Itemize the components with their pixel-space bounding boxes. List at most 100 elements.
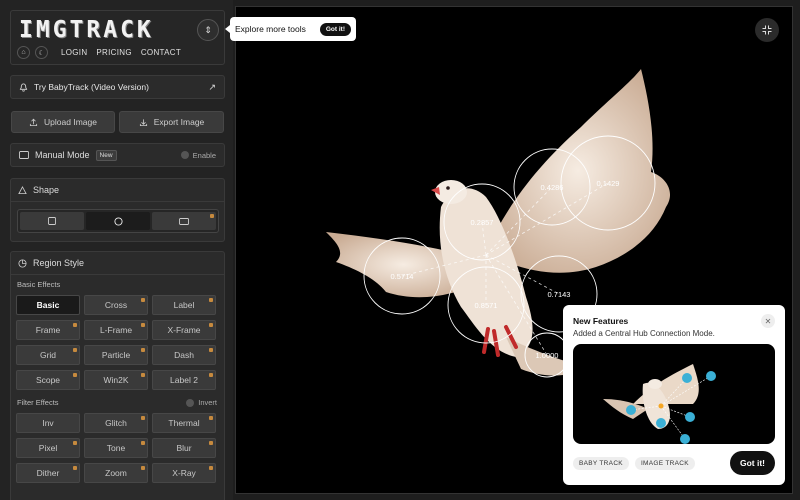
- tracking-value-label: 0.2857: [471, 218, 494, 227]
- effect-cross[interactable]: Cross: [84, 295, 148, 315]
- connection-line: [401, 254, 487, 277]
- effect-label-2[interactable]: Label 2: [152, 370, 216, 390]
- premium-dot: [141, 298, 145, 302]
- close-icon[interactable]: ✕: [761, 314, 775, 328]
- effect-dither[interactable]: Dither: [16, 463, 80, 483]
- feature-preview-image: [573, 344, 775, 444]
- tag-baby-track[interactable]: BABY TRACK: [573, 457, 629, 470]
- popup-got-it-button[interactable]: Got it!: [729, 451, 775, 475]
- shape-circle-option[interactable]: [86, 212, 150, 230]
- chevron-up-down-icon: ⇕: [204, 24, 212, 35]
- premium-dot: [73, 373, 77, 377]
- shape-square-option[interactable]: [20, 212, 84, 230]
- popup-tags: BABY TRACK IMAGE TRACK: [573, 457, 695, 470]
- effect-particle[interactable]: Particle: [84, 345, 148, 365]
- export-image-button[interactable]: Export Image: [119, 111, 224, 133]
- effect-basic[interactable]: Basic: [16, 295, 80, 315]
- premium-dot: [73, 348, 77, 352]
- effect-thermal[interactable]: Thermal: [152, 413, 216, 433]
- effect-dash[interactable]: Dash: [152, 345, 216, 365]
- popup-title: New Features: [573, 316, 629, 326]
- filter-effects-label: Filter Effects: [17, 398, 59, 407]
- rectangle-icon: [19, 151, 29, 159]
- effect-zoom[interactable]: Zoom: [84, 463, 148, 483]
- enable-toggle[interactable]: Enable: [180, 150, 216, 160]
- divider: [11, 201, 224, 202]
- manual-mode-panel: Manual Mode New Enable: [10, 143, 225, 167]
- shape-selector: [17, 209, 219, 233]
- premium-dot: [73, 441, 77, 445]
- nav-pricing[interactable]: PRICING: [96, 48, 131, 57]
- checkbox-icon: [180, 151, 189, 159]
- new-features-popup: New Features Added a Central Hub Connect…: [563, 305, 785, 485]
- logo-panel: IMGTRACK ⇕ ⌂ ☾ LOGIN PRICING CONTACT: [10, 10, 225, 65]
- effect-inv[interactable]: Inv: [16, 413, 80, 433]
- export-label: Export Image: [153, 117, 205, 127]
- rectangle-icon: [179, 217, 189, 225]
- region-title: Region Style: [18, 258, 84, 268]
- upload-image-button[interactable]: Upload Image: [11, 111, 115, 133]
- effect-x-ray[interactable]: X-Ray: [152, 463, 216, 483]
- effect-scope[interactable]: Scope: [16, 370, 80, 390]
- expand-toggle-button[interactable]: ⇕: [197, 19, 219, 41]
- premium-dot: [209, 298, 213, 302]
- invert-label: Invert: [198, 398, 217, 407]
- effect-frame[interactable]: Frame: [16, 320, 80, 340]
- tooltip-got-it-button[interactable]: Got it!: [319, 22, 351, 36]
- tracking-value-label: 0.7143: [548, 290, 571, 299]
- premium-dot: [141, 416, 145, 420]
- babytrack-label: Try BabyTrack (Video Version): [34, 82, 149, 92]
- enable-label: Enable: [192, 150, 216, 160]
- premium-dot: [73, 466, 77, 470]
- effect-label[interactable]: Label: [152, 295, 216, 315]
- shapes-icon: [18, 185, 27, 194]
- sidebar: IMGTRACK ⇕ ⌂ ☾ LOGIN PRICING CONTACT Try…: [0, 0, 233, 500]
- premium-dot: [209, 416, 213, 420]
- tag-image-track[interactable]: IMAGE TRACK: [634, 457, 695, 470]
- shape-title: Shape: [18, 185, 59, 195]
- bell-icon: [19, 82, 28, 92]
- premium-dot: [141, 441, 145, 445]
- pie-icon: [18, 258, 27, 268]
- region-title-text: Region Style: [33, 258, 85, 268]
- moon-icon[interactable]: ☾: [35, 46, 48, 59]
- shape-title-text: Shape: [33, 185, 60, 195]
- effect-glitch[interactable]: Glitch: [84, 413, 148, 433]
- premium-dot: [209, 348, 213, 352]
- premium-dot: [141, 466, 145, 470]
- circle-icon: [113, 216, 123, 226]
- nav-row: ⌂ ☾ LOGIN PRICING CONTACT: [17, 46, 181, 59]
- region-style-panel: Region Style Basic Effects Basic Cross Lab…: [10, 251, 225, 500]
- manual-mode-label: Manual Mode: [35, 150, 90, 160]
- effect-pixel[interactable]: Pixel: [16, 438, 80, 458]
- premium-dot: [141, 348, 145, 352]
- premium-dot: [141, 373, 145, 377]
- effect-x-frame[interactable]: X-Frame: [152, 320, 216, 340]
- app-logo: IMGTRACK: [19, 17, 154, 43]
- divider: [11, 274, 224, 275]
- square-icon: [48, 217, 56, 225]
- effect-win2k[interactable]: Win2K: [84, 370, 148, 390]
- home-icon[interactable]: ⌂: [17, 46, 30, 59]
- nav-contact[interactable]: CONTACT: [141, 48, 181, 57]
- checkbox-icon: [186, 398, 195, 407]
- effect-l-frame[interactable]: L-Frame: [84, 320, 148, 340]
- explore-text: Explore more tools: [235, 24, 306, 34]
- nav-login[interactable]: LOGIN: [61, 48, 87, 57]
- effect-tone[interactable]: Tone: [84, 438, 148, 458]
- shape-panel: Shape: [10, 178, 225, 242]
- explore-tooltip: Explore more tools Got it!: [225, 17, 356, 41]
- premium-dot: [209, 323, 213, 327]
- effect-blur[interactable]: Blur: [152, 438, 216, 458]
- connection-line: [485, 186, 553, 256]
- invert-toggle[interactable]: Invert: [186, 398, 217, 407]
- exit-fullscreen-button[interactable]: [755, 18, 779, 42]
- effect-grid[interactable]: Grid: [16, 345, 80, 365]
- external-arrow-icon: ↗: [208, 81, 216, 92]
- premium-dot: [209, 466, 213, 470]
- try-babytrack-link[interactable]: Try BabyTrack (Video Version) ↗: [10, 75, 225, 99]
- tracking-value-label: 0.4286: [541, 183, 564, 192]
- shape-rectangle-option[interactable]: [152, 212, 216, 230]
- premium-dot: [209, 441, 213, 445]
- upload-icon: [29, 118, 38, 126]
